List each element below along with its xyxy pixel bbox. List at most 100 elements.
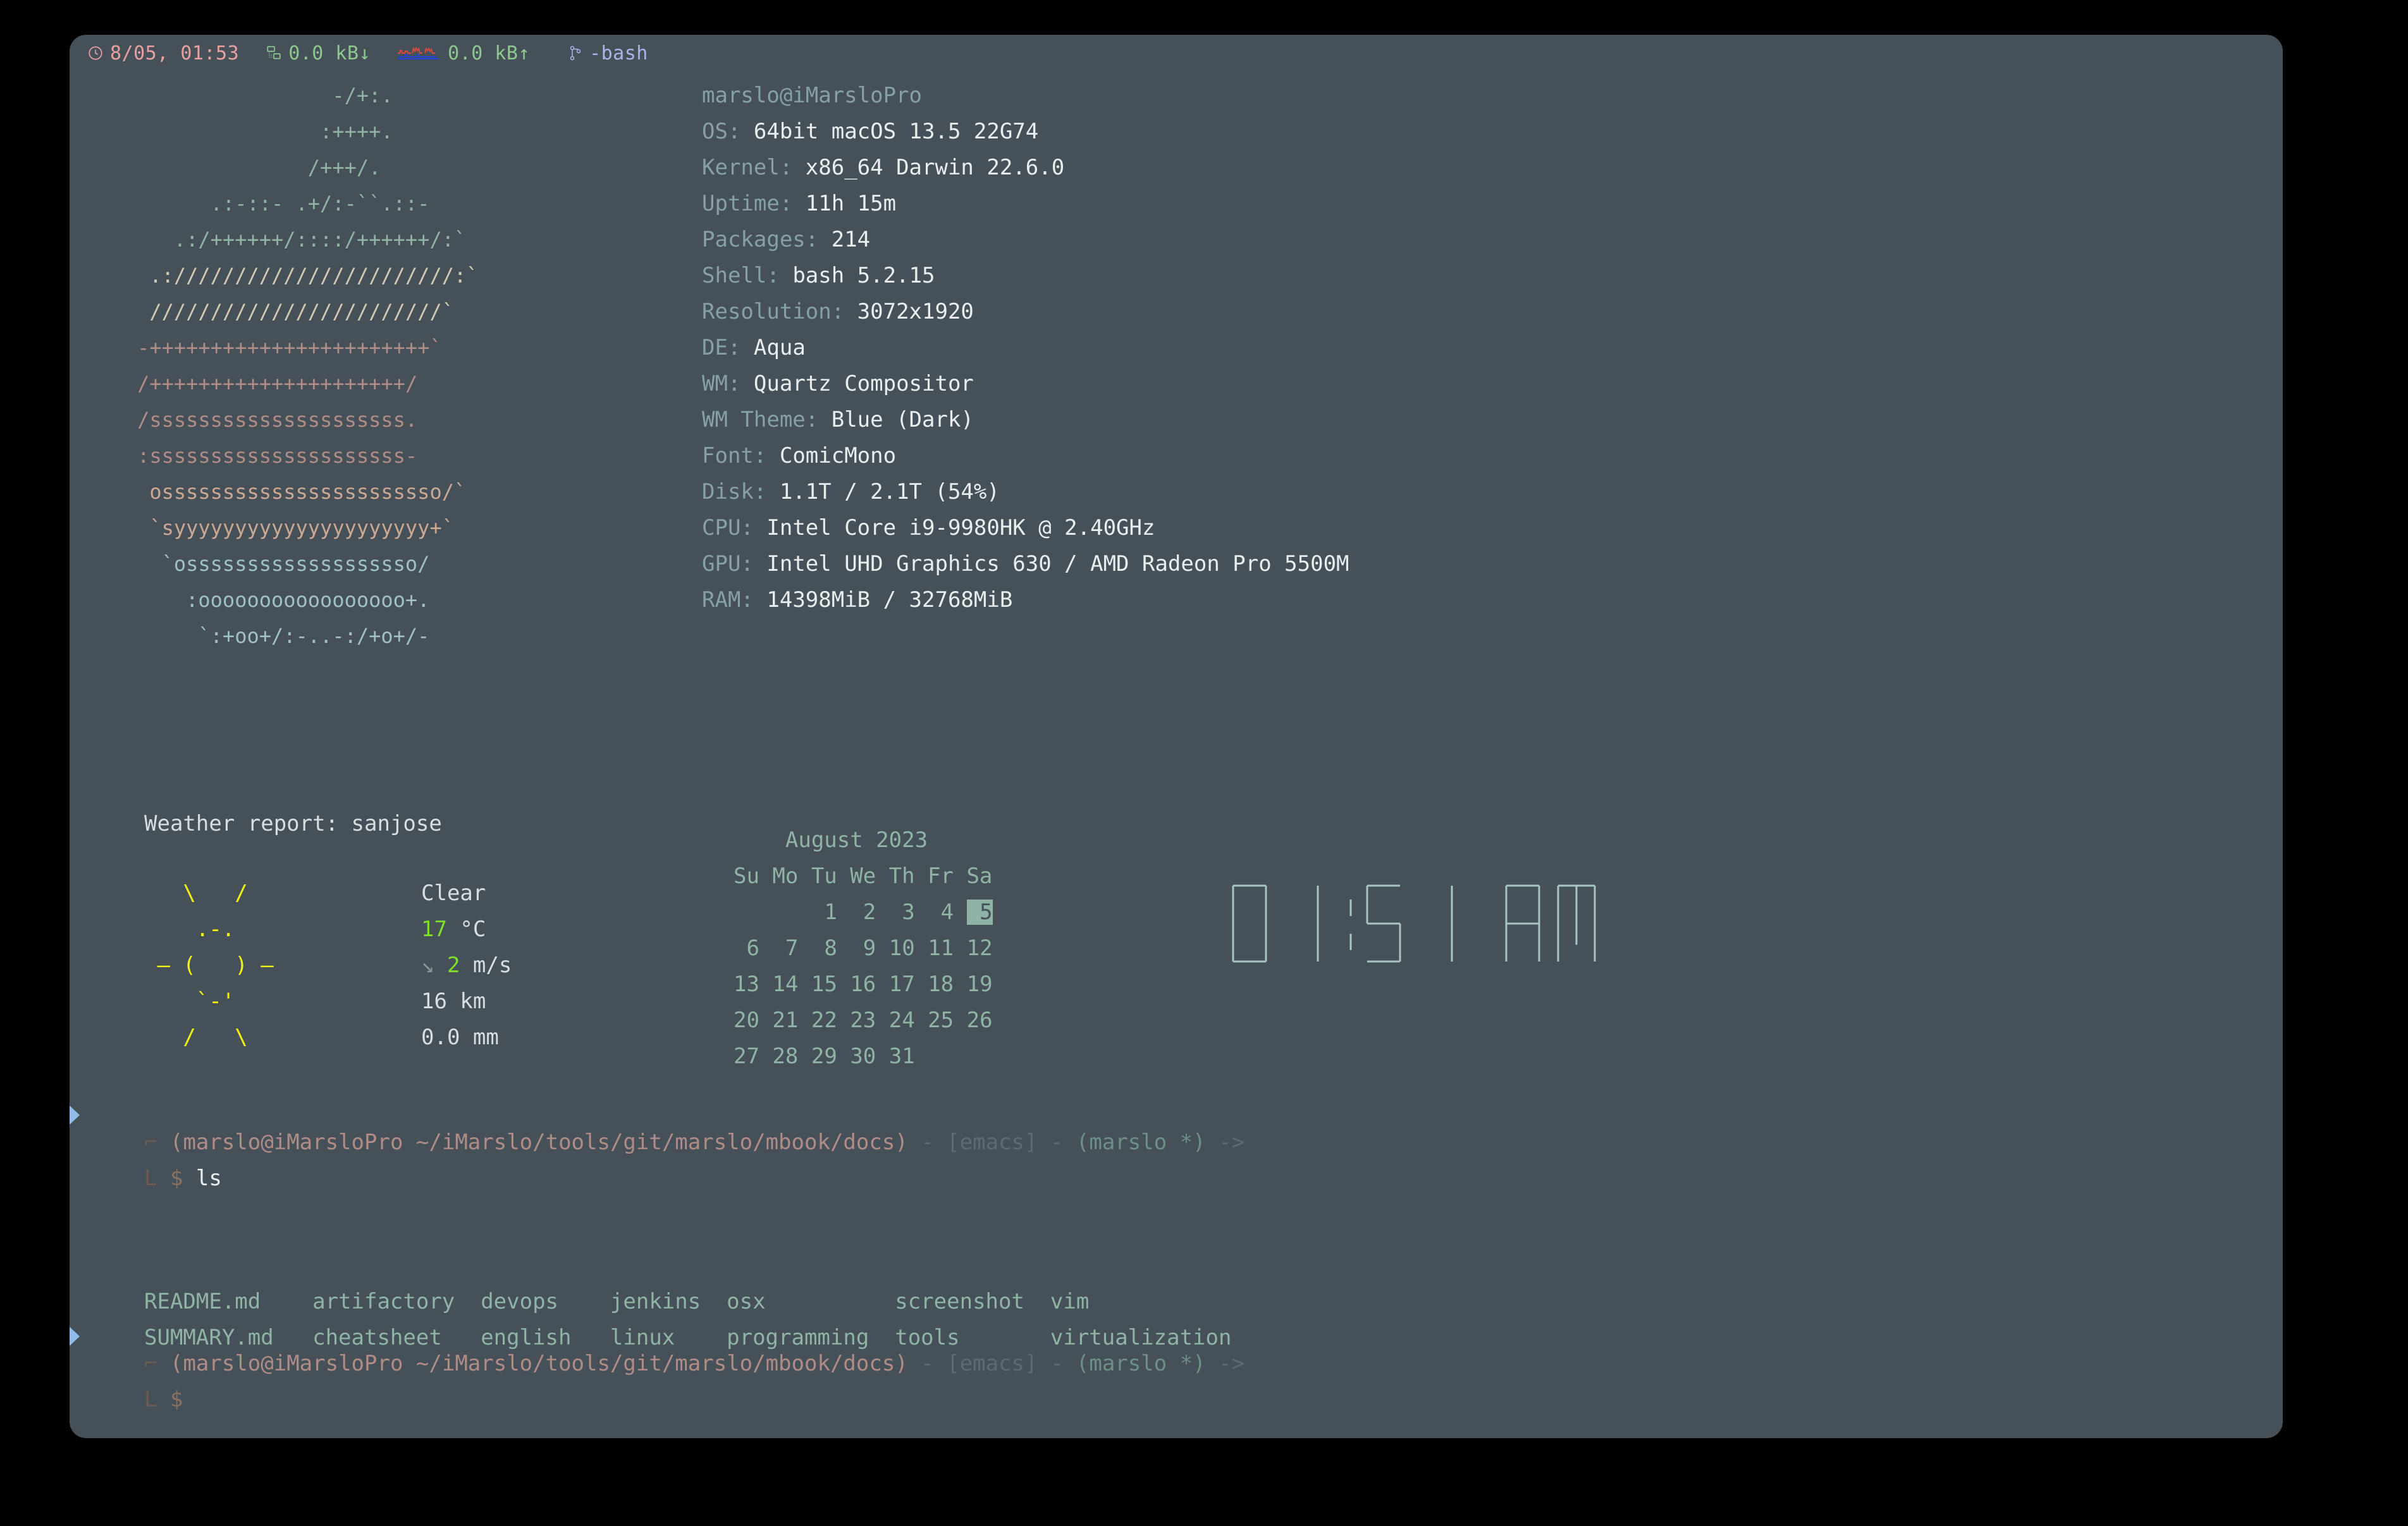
prompt-separator: - xyxy=(907,1351,947,1376)
title-bar: 8/05, 01:53 0.0 kB↓ 0.0 kB↑ -bash xyxy=(70,35,2283,71)
calendar-day[interactable]: 10 xyxy=(889,936,915,961)
calendar-day[interactable]: 3 xyxy=(889,900,914,925)
neofetch-value: Intel UHD Graphics 630 / AMD Radeon Pro … xyxy=(766,551,1349,577)
prompt-separator-2: - xyxy=(1037,1351,1076,1376)
calendar-day[interactable]: 9 xyxy=(850,936,876,961)
wind-speed: 2 xyxy=(446,953,460,978)
calendar-day[interactable]: 11 xyxy=(928,936,954,961)
calendar-day[interactable]: 12 xyxy=(967,936,993,961)
ascii-logo-row: :sssssssssssssssssssss- xyxy=(89,444,418,468)
calendar-day[interactable]: 29 xyxy=(811,1044,837,1069)
calendar-day[interactable]: 2 xyxy=(850,900,876,925)
calendar-day[interactable]: 13 xyxy=(734,972,759,997)
titlebar-download-group: 0.0 kB↓ xyxy=(266,42,371,64)
network-download-value: 0.0 kB↓ xyxy=(288,42,371,64)
weather-condition-icon: \ / .-. ― ( ) ― `-' / \ xyxy=(144,876,274,1056)
calendar-day[interactable]: 31 xyxy=(889,1044,915,1069)
prompt-git-branch: (marslo *) xyxy=(1076,1130,1206,1155)
neofetch-key: Packages: xyxy=(702,227,819,252)
weather-art-row: / \ xyxy=(144,1025,248,1050)
ascii-logo-row: /sssssssssssssssssssss. xyxy=(89,408,418,432)
prompt-arrow: -> xyxy=(1205,1130,1245,1155)
calendar-day[interactable]: 14 xyxy=(772,972,798,997)
network-download-icon xyxy=(266,45,282,61)
neofetch-key: Resolution: xyxy=(702,299,845,324)
neofetch-value: ComicMono xyxy=(779,443,897,468)
ascii-logo-row: `:+oo+/:-..-:/+o+/- xyxy=(89,624,430,648)
neofetch-value: 3072x1920 xyxy=(857,299,974,324)
calendar-day[interactable]: 19 xyxy=(967,972,993,997)
neofetch-key: Font: xyxy=(702,443,767,468)
calendar-day[interactable]: 30 xyxy=(850,1044,876,1069)
calendar-day[interactable]: 27 xyxy=(734,1044,759,1069)
calendar-day[interactable]: 18 xyxy=(928,972,954,997)
ascii-logo-row: `syyyyyyyyyyyyyyyyyyyyy+` xyxy=(89,516,454,540)
calendar-day[interactable]: 1 xyxy=(811,900,837,925)
calendar-day[interactable]: 8 xyxy=(811,936,837,961)
calendar-day xyxy=(967,1044,993,1069)
terminal-window[interactable]: 8/05, 01:53 0.0 kB↓ 0.0 kB↑ -bash -/+:. … xyxy=(70,35,2283,1438)
weather-art-row: .-. xyxy=(144,917,235,942)
prompt-bracket: ⌐ xyxy=(144,1130,170,1155)
calendar-day[interactable]: 21 xyxy=(772,1008,798,1033)
weather-values: Clear 17 °C ↘ 2 m/s 16 km 0.0 mm xyxy=(421,876,512,1056)
neofetch-key: GPU: xyxy=(702,551,754,577)
neofetch-value: 214 xyxy=(831,227,871,252)
calendar-day[interactable]: 16 xyxy=(850,972,876,997)
calendar-day[interactable]: 7 xyxy=(772,936,798,961)
calendar-day[interactable]: 17 xyxy=(889,972,915,997)
prompt-git-branch: (marslo *) xyxy=(1076,1351,1206,1376)
prompt-editor-badge: [emacs] xyxy=(947,1351,1038,1376)
prompt-arrow: -> xyxy=(1205,1351,1245,1376)
calendar-day[interactable]: 25 xyxy=(928,1008,954,1033)
calendar-day[interactable]: 15 xyxy=(811,972,837,997)
calendar-day-today[interactable]: 5 xyxy=(966,900,993,925)
calendar-day[interactable]: 22 xyxy=(811,1008,837,1033)
calendar-day[interactable]: 24 xyxy=(889,1008,915,1033)
neofetch-userhost: marslo@iMarsloPro xyxy=(702,83,922,108)
prompt-open-paren: ( xyxy=(169,1351,183,1376)
terminal-body[interactable]: -/+:. :++++. /+++/. .:-::- .+/:-``.::- .… xyxy=(70,71,2283,1438)
calendar-day xyxy=(772,900,798,925)
ascii-logo-row: `osssssssssssssssssso/ xyxy=(89,552,430,576)
neofetch-value: 1.1T / 2.1T (54%) xyxy=(779,479,1000,504)
shell-prompt-line-2: ⌐ (marslo@iMarsloPro ~/iMarslo/tools/git… xyxy=(144,1346,1244,1382)
ascii-logo-row: .:/++++++/::::/++++++/:` xyxy=(89,228,467,252)
neofetch-key: CPU: xyxy=(702,515,754,540)
git-branch-icon xyxy=(568,45,583,61)
calendar-month-title: August 2023 xyxy=(734,827,993,853)
ls-output: README.md artifactory devops jenkins osx… xyxy=(144,1284,1231,1356)
prompt-close-paren: ) xyxy=(895,1351,908,1376)
neofetch-value: 14398MiB / 32768MiB xyxy=(766,587,1013,613)
calendar-day[interactable]: 26 xyxy=(967,1008,993,1033)
calendar-day[interactable]: 6 xyxy=(734,936,759,961)
shell-command-line-2[interactable]: L $ xyxy=(144,1382,196,1418)
calendar-day[interactable]: 23 xyxy=(850,1008,876,1033)
calendar-day[interactable]: 20 xyxy=(734,1008,759,1033)
weather-art-row: ― ( ) ― xyxy=(144,953,274,978)
titlebar-session-group[interactable]: -bash xyxy=(568,42,648,64)
neofetch-value: bash 5.2.15 xyxy=(792,263,935,288)
shell-input[interactable] xyxy=(183,1387,195,1412)
neofetch-value: 64bit macOS 13.5 22G74 xyxy=(753,119,1039,144)
calendar-day[interactable]: 4 xyxy=(928,900,954,925)
weather-temperature-unit: °C xyxy=(446,917,486,942)
prompt-editor-badge: [emacs] xyxy=(947,1130,1038,1155)
prompt-dollar-2: $ xyxy=(169,1387,183,1412)
weather-precipitation: 0.0 mm xyxy=(421,1025,499,1050)
weather-art-row: `-' xyxy=(144,989,235,1014)
prompt-separator-2: - xyxy=(1037,1130,1076,1155)
calendar-day[interactable]: 28 xyxy=(772,1044,798,1069)
clock-icon xyxy=(87,45,104,61)
wind-speed-unit: m/s xyxy=(460,953,512,978)
prompt-bracket: ⌐ xyxy=(144,1351,170,1376)
weather-visibility: 16 km xyxy=(421,989,486,1014)
neofetch-value: x86_64 Darwin 22.6.0 xyxy=(805,155,1065,180)
neofetch-value: Aqua xyxy=(753,335,806,360)
ascii-logo-row: .:///////////////////////:` xyxy=(89,264,479,288)
weather-temperature: 17 xyxy=(421,917,447,942)
ascii-logo-row: -+++++++++++++++++++++++` xyxy=(89,336,442,360)
prompt-close-paren: ) xyxy=(895,1130,908,1155)
shell-command-line-1: L $ ls xyxy=(144,1161,222,1197)
neofetch-key: Shell: xyxy=(702,263,780,288)
